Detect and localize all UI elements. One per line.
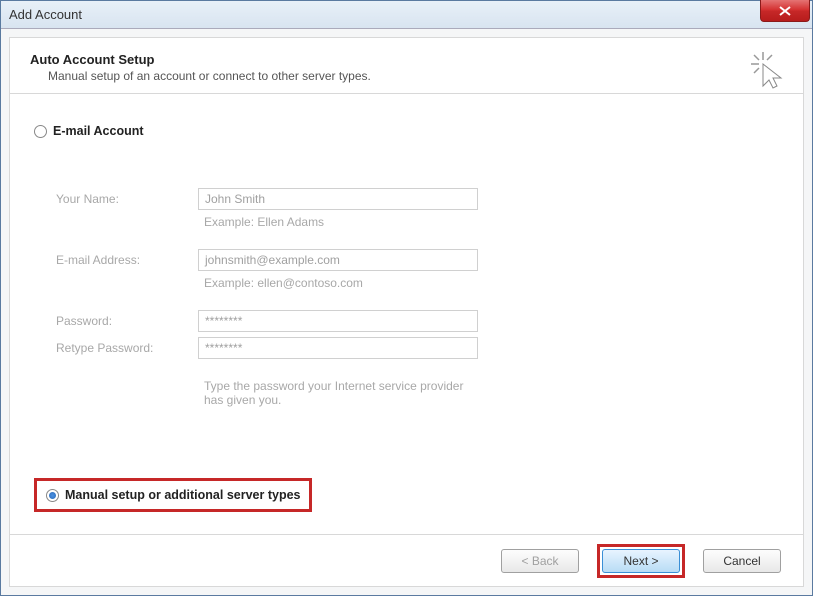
retype-password-label: Retype Password: xyxy=(56,341,186,355)
close-icon xyxy=(779,6,791,16)
your-name-label: Your Name: xyxy=(56,192,186,206)
close-button[interactable] xyxy=(760,0,810,22)
password-label: Password: xyxy=(56,314,186,328)
manual-setup-label: Manual setup or additional server types xyxy=(65,488,300,502)
cancel-button[interactable]: Cancel xyxy=(703,549,781,573)
window-title: Add Account xyxy=(9,7,82,22)
email-account-option[interactable]: E-mail Account xyxy=(34,124,779,138)
password-input[interactable]: ******** xyxy=(198,310,478,332)
manual-setup-option[interactable]: Manual setup or additional server types xyxy=(34,478,312,512)
email-label: E-mail Address: xyxy=(56,253,186,267)
next-button[interactable]: Next > xyxy=(602,549,680,573)
email-input[interactable]: johnsmith@example.com xyxy=(198,249,478,271)
email-account-label: E-mail Account xyxy=(53,124,144,138)
manual-setup-radio[interactable] xyxy=(46,489,59,502)
your-name-input[interactable]: John Smith xyxy=(198,188,478,210)
email-example: Example: ellen@contoso.com xyxy=(198,276,478,290)
body-area: E-mail Account Your Name: John Smith Exa… xyxy=(10,94,803,522)
sparkle-cursor-icon xyxy=(749,50,785,90)
header-title: Auto Account Setup xyxy=(30,52,783,67)
content-wrap: Auto Account Setup Manual setup of an ac… xyxy=(1,29,812,595)
password-hint: Type the password your Internet service … xyxy=(198,379,478,407)
title-bar: Add Account xyxy=(1,1,812,29)
footer-bar: < Back Next > Cancel xyxy=(10,534,803,586)
main-panel: Auto Account Setup Manual setup of an ac… xyxy=(9,37,804,587)
header-subtitle: Manual setup of an account or connect to… xyxy=(48,69,783,83)
back-button[interactable]: < Back xyxy=(501,549,579,573)
panel-header: Auto Account Setup Manual setup of an ac… xyxy=(10,38,803,94)
email-account-radio[interactable] xyxy=(34,125,47,138)
next-highlight: Next > xyxy=(597,544,685,578)
add-account-window: Add Account Auto Account Setup Manual se… xyxy=(0,0,813,596)
account-form: Your Name: John Smith Example: Ellen Ada… xyxy=(56,188,779,407)
retype-password-input[interactable]: ******** xyxy=(198,337,478,359)
your-name-example: Example: Ellen Adams xyxy=(198,215,478,229)
